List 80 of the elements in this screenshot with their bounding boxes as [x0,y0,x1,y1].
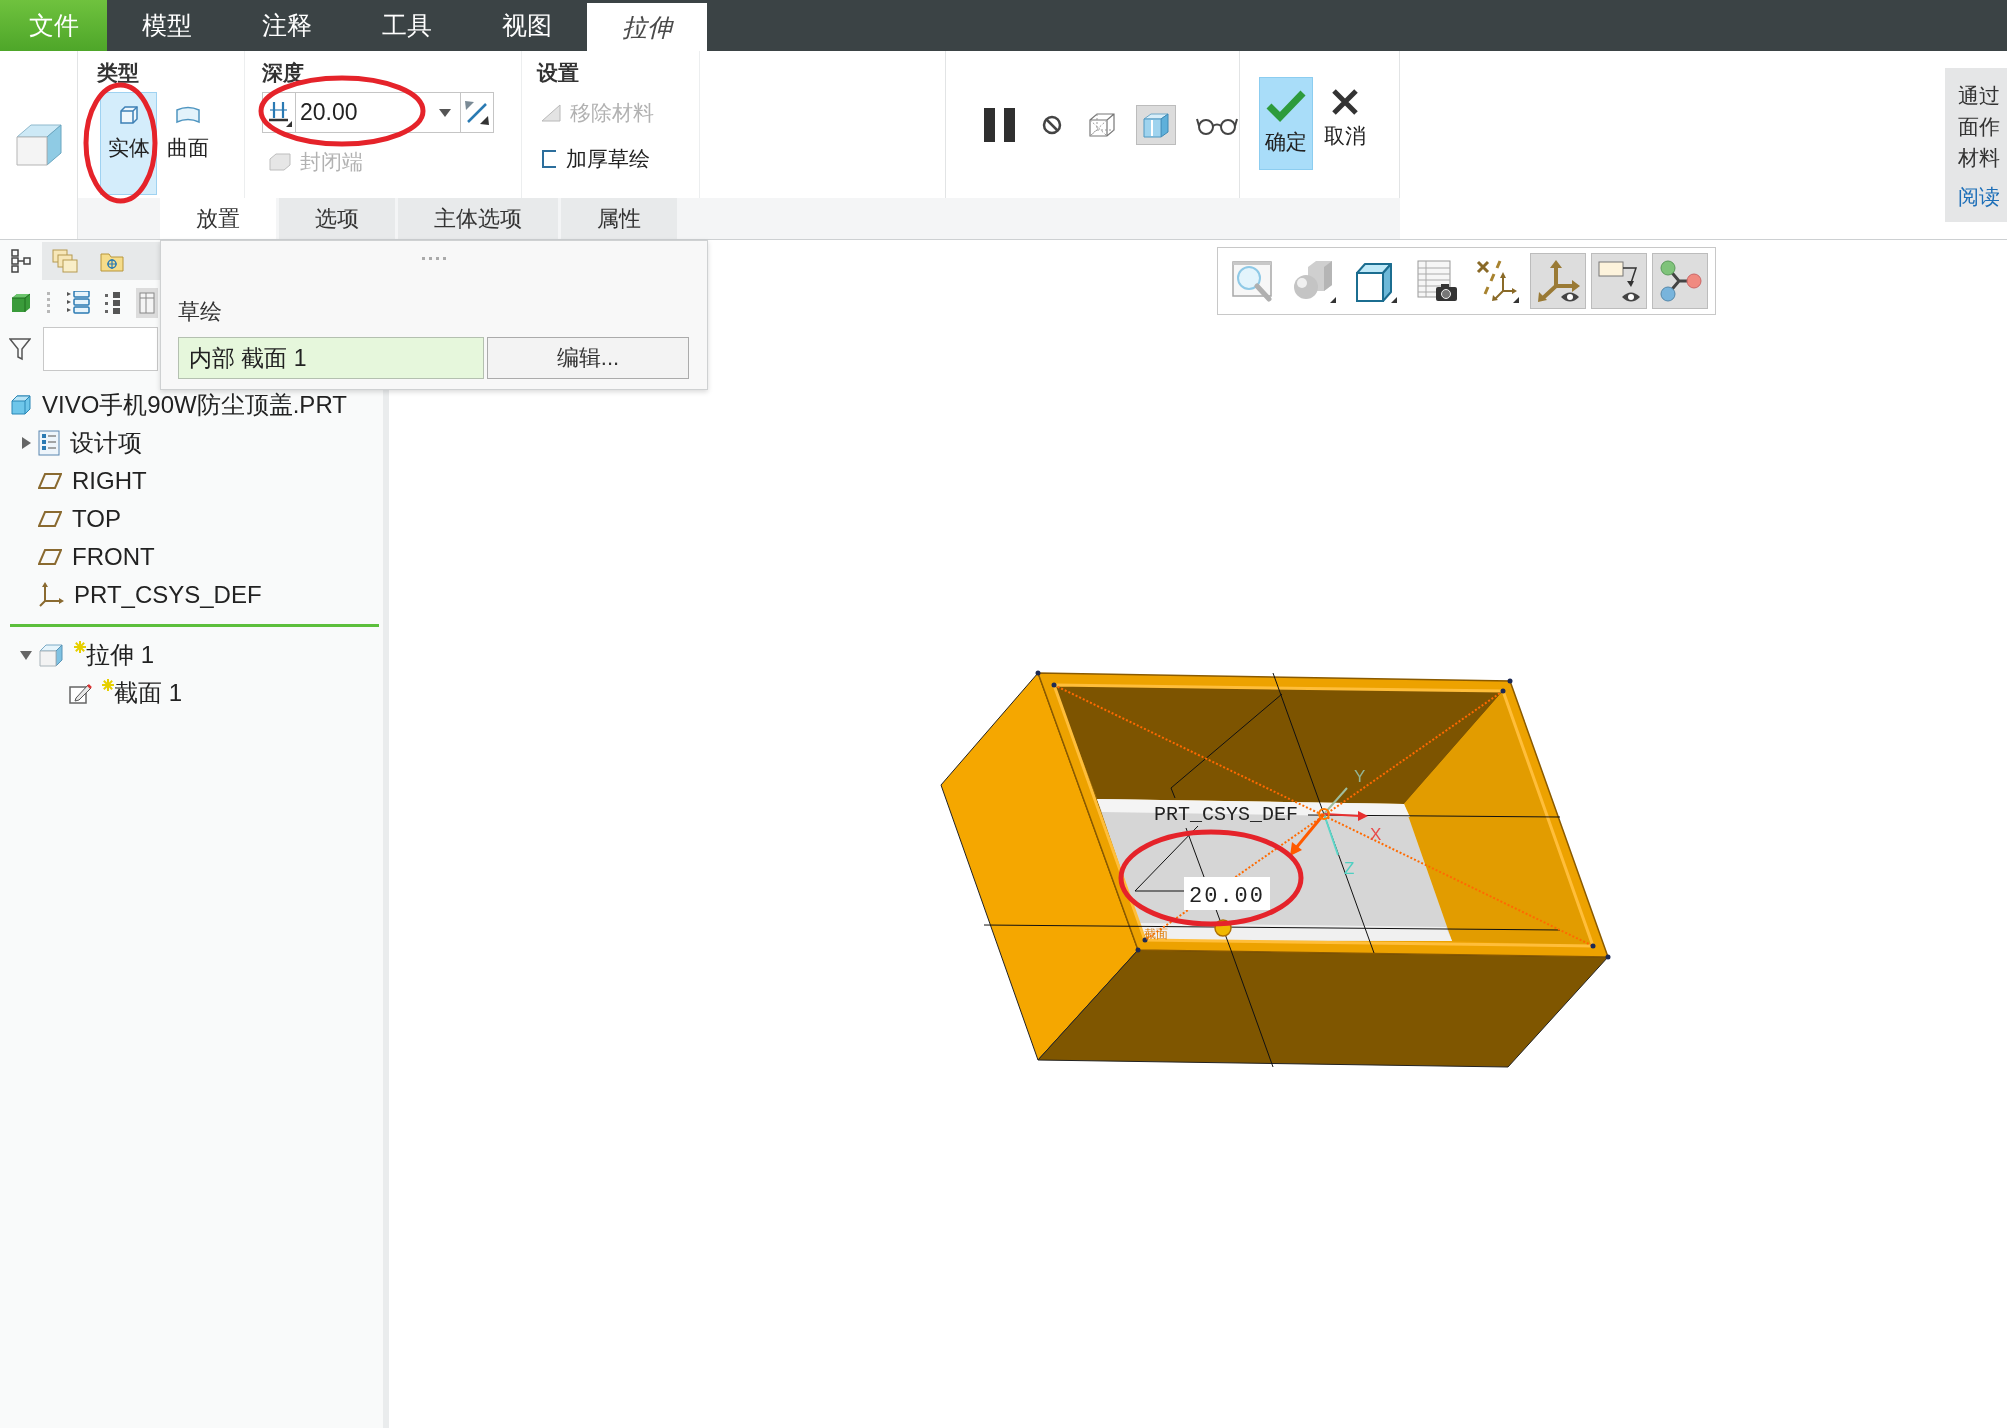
tree-item[interactable]: 设计项 [70,427,142,459]
axis-label: X [1370,825,1382,844]
section-label: 截面 [1144,927,1168,941]
check-icon [1265,88,1307,122]
sphere-cube-icon [1292,259,1336,303]
axes-icon [38,582,64,608]
axes-eye-icon [1536,259,1580,303]
help-text: 通过 [1958,83,2001,109]
folder-icon [100,250,124,272]
wireframe-cube-icon [1087,110,1117,139]
help-link[interactable]: 阅读 [1958,181,2007,212]
setting-option-button[interactable]: 加厚草绘 [540,142,654,176]
parallelogram-icon [38,472,62,490]
tree-item[interactable]: TOP [72,505,121,533]
block-icon [268,152,292,172]
menu-tab[interactable]: 模型 [107,0,227,51]
close-icon [1331,88,1359,116]
panel-heading: 草绘 [178,298,222,326]
menu-tab[interactable]: 注释 [227,0,347,51]
stacked-pages-icon [52,249,78,273]
sketch-field[interactable]: 内部 截面 1 [178,337,484,379]
edit-button[interactable]: 编辑... [487,337,689,379]
group-title: 类型 [97,60,139,86]
grip-icon [46,290,52,316]
panel-tab[interactable]: 属性 [561,198,677,239]
group-title: 设置 [537,60,579,86]
help-text: 材料 [1958,145,2001,171]
datum-axes-icon [1475,259,1519,303]
axis-label: Y [1354,767,1366,786]
tree-list-icon [104,291,122,315]
grip-icon [422,257,446,261]
dimension-label[interactable]: 20.00 [1184,877,1270,910]
menu-tab[interactable]: 工具 [347,0,467,51]
tree-item[interactable]: FRONT [72,543,155,571]
connected-nodes-icon [1658,259,1702,303]
filter-icon [9,337,31,361]
note-eye-icon [1597,259,1641,303]
panel-tab[interactable]: 主体选项 [398,198,558,239]
pencil-square-icon [68,681,92,705]
columns-icon [136,288,158,318]
cube-icon [38,643,64,667]
view-toolbar-button[interactable] [1591,253,1647,309]
axis-label: Z [1344,859,1355,878]
cube-icon [10,292,32,314]
diagonal-arrows-icon [464,99,490,126]
cube-icon [118,105,139,125]
group-title: 深度 [262,60,304,86]
panel-tab[interactable]: 选项 [279,198,395,239]
pause-icon [983,106,1017,143]
list-icon [66,291,90,315]
csys-label: PRT_CSYS_DEF [1154,803,1299,826]
caret-down-icon[interactable] [19,649,33,661]
parallelogram-icon [38,510,62,528]
parallelogram-icon [38,548,62,566]
tree-structure-icon [11,249,31,273]
surface-icon [174,105,201,125]
tree-item[interactable]: 拉伸 1 [86,639,154,671]
tree-item[interactable]: VIVO手机90W防尘顶盖.PRT [42,389,347,421]
shaded-cube-icon [1141,110,1171,139]
caret-icon[interactable] [439,108,451,117]
caret-right-icon[interactable] [20,436,32,450]
list-document-icon [38,430,60,456]
tree-item[interactable]: RIGHT [72,467,147,495]
type-option-button[interactable]: 曲面 [159,92,216,195]
table-camera-icon [1414,259,1458,303]
cube-icon [10,394,32,416]
tree-item[interactable]: 截面 1 [114,677,182,709]
prohibited-icon [1041,113,1063,136]
wedge-icon [540,103,562,123]
menu-tab[interactable]: 视图 [467,0,587,51]
cancel-button[interactable]: 取消 [1318,77,1372,170]
filter-input[interactable] [43,327,158,371]
panel-tab[interactable]: 放置 [160,198,276,239]
menu-tab[interactable]: 拉伸 [587,3,707,51]
magnifier-icon [1231,259,1275,303]
tree-item[interactable]: PRT_CSYS_DEF [74,581,262,609]
ok-button[interactable]: 确定 [1259,77,1313,170]
help-text: 面作 [1958,114,2001,140]
bracket-icon [540,149,558,169]
flip-direction-button[interactable] [460,92,494,133]
